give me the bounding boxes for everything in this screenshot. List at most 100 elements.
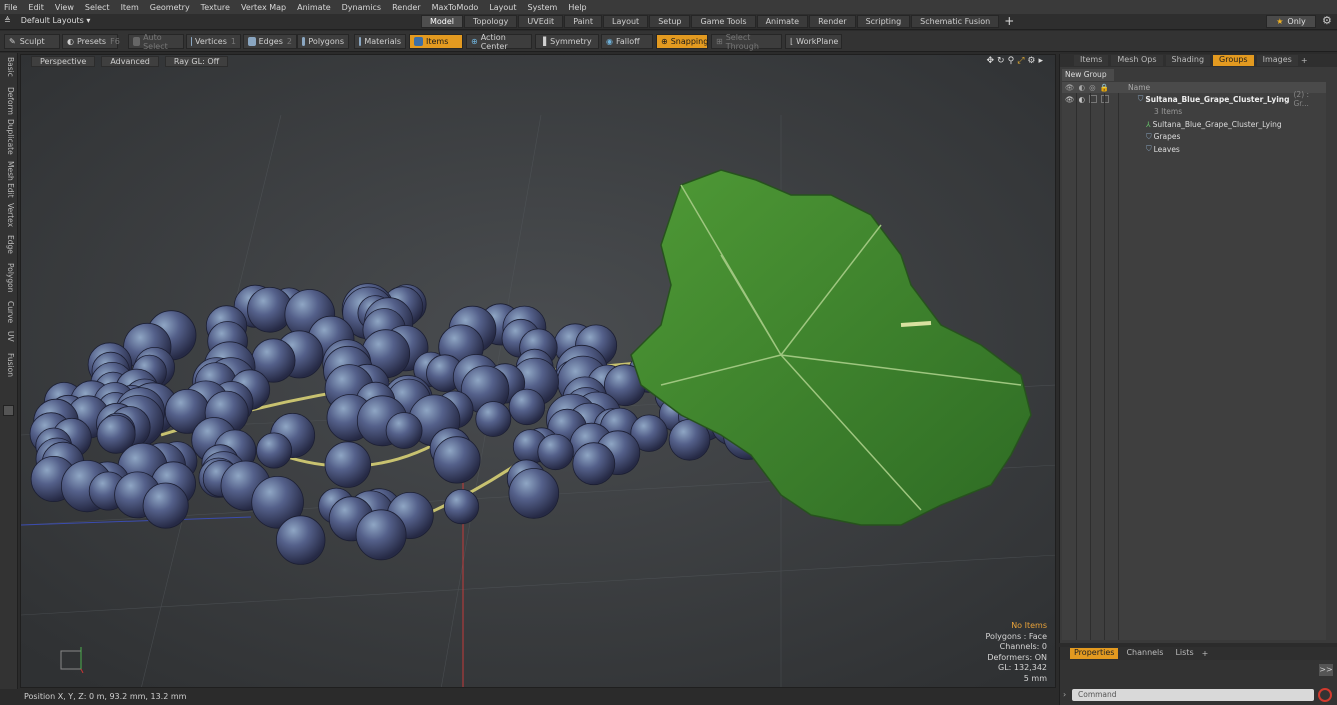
tab-toggle-button[interactable] (3, 405, 14, 416)
zoom-icon[interactable]: ⚲ (1008, 56, 1015, 66)
layout-selector[interactable]: Default Layouts ▾ (21, 16, 91, 25)
only-button[interactable]: ★ Only (1266, 15, 1316, 28)
child-item-label: Leaves (1153, 144, 1180, 154)
tab-setup[interactable]: Setup (649, 15, 691, 28)
menu-render[interactable]: Render (392, 3, 420, 12)
3d-viewport[interactable]: Perspective Advanced Ray GL: Off ✥ ↻ ⚲ ⤢… (20, 54, 1056, 688)
gear-icon[interactable]: ⚙ (1322, 14, 1332, 27)
symmetry-button[interactable]: ▐ Symmetry (535, 34, 599, 49)
menu-file[interactable]: File (4, 3, 17, 12)
command-input[interactable]: Command (1072, 689, 1314, 701)
menu-layout[interactable]: Layout (489, 3, 516, 12)
tab-render[interactable]: Render (809, 15, 856, 28)
record-icon[interactable] (1318, 688, 1332, 702)
render-col-icon[interactable]: ◐ (1079, 83, 1086, 92)
edges-button[interactable]: Edges 2 (243, 34, 297, 49)
menu-texture[interactable]: Texture (201, 3, 230, 12)
vertices-label: Vertices (194, 37, 227, 46)
pan-icon[interactable]: ✥ (987, 56, 995, 66)
command-arrow-icon: › (1063, 690, 1067, 699)
menu-view[interactable]: View (55, 3, 74, 12)
vtab-vertex[interactable]: Vertex (2, 203, 15, 227)
tab-images[interactable]: Images (1256, 55, 1298, 66)
tab-scripting[interactable]: Scripting (856, 15, 911, 28)
child-item-label: Sultana_Blue_Grape_Cluster_Lying (1152, 119, 1282, 129)
tab-groups[interactable]: Groups (1213, 55, 1254, 66)
tab-lists[interactable]: Lists (1171, 648, 1197, 659)
menu-vertex-map[interactable]: Vertex Map (241, 3, 286, 12)
add-tab-icon[interactable]: + (1004, 15, 1014, 28)
vtab-fusion[interactable]: Fusion (2, 353, 15, 377)
lock-toggle[interactable] (1101, 94, 1110, 103)
fit-icon[interactable]: ⤢ (1017, 56, 1024, 66)
polygons-button[interactable]: Polygons (297, 34, 349, 49)
select-through-button[interactable]: ⊞ Select Through (711, 32, 782, 51)
polygons-icon (302, 37, 306, 46)
vtab-uv[interactable]: UV (2, 331, 15, 342)
tab-game-tools[interactable]: Game Tools (691, 15, 756, 28)
presets-button[interactable]: ◐ Presets F6 (62, 34, 120, 49)
viewport-gear-icon[interactable]: ⚙ (1027, 56, 1035, 66)
tab-shading[interactable]: Shading (1165, 55, 1211, 66)
tab-uvedit[interactable]: UVEdit (518, 15, 564, 28)
menu-animate[interactable]: Animate (297, 3, 331, 12)
tab-mesh-ops[interactable]: Mesh Ops (1111, 55, 1163, 66)
menu-system[interactable]: System (528, 3, 558, 12)
menu-geometry[interactable]: Geometry (150, 3, 190, 12)
tab-animate[interactable]: Animate (756, 15, 809, 28)
list-item[interactable]: ⅄ Sultana_Blue_Grape_Cluster_Lying (1062, 118, 1326, 131)
visibility-eye-icon[interactable]: 👁 (1065, 95, 1075, 104)
tab-paint[interactable]: Paint (564, 15, 602, 28)
falloff-label: Falloff (615, 37, 640, 46)
vtab-basic[interactable]: Basic (2, 57, 15, 77)
items-button[interactable]: Items (409, 34, 463, 49)
select-col-icon[interactable]: ◎ (1089, 83, 1096, 92)
vtab-mesh-edit[interactable]: Mesh Edit (2, 161, 15, 198)
rotate-icon[interactable]: ↻ (997, 56, 1005, 66)
advanced-button[interactable]: Advanced (101, 56, 159, 67)
tab-topology[interactable]: Topology (464, 15, 518, 28)
snapping-button[interactable]: ⊕ Snapping (656, 34, 708, 49)
perspective-button[interactable]: Perspective (31, 56, 96, 67)
tab-items[interactable]: Items (1074, 55, 1109, 66)
vtab-duplicate[interactable]: Duplicate (2, 119, 15, 155)
layout-expand-icon[interactable]: ≜ (4, 16, 11, 25)
action-center-button[interactable]: ⊕ Action Center (466, 33, 532, 51)
tab-layout[interactable]: Layout (602, 15, 649, 28)
add-props-tab-icon[interactable]: + (1202, 649, 1209, 658)
add-panel-tab-icon[interactable]: + (1301, 56, 1308, 65)
vtab-deform[interactable]: Deform (2, 87, 15, 115)
group-row[interactable]: 👁 ◐ ⛉ Sultana_Blue_Grape_Cluster_Lying (… (1062, 90, 1326, 108)
workplane-button[interactable]: ⌊ WorkPlane (785, 34, 842, 49)
main-toolbar: ✎ Sculpt ◐ Presets F6 Auto Select Vertices 1… (0, 31, 1337, 52)
materials-button[interactable]: Materials (354, 34, 406, 49)
menu-help[interactable]: Help (568, 3, 586, 12)
vtab-edge[interactable]: Edge (2, 235, 15, 254)
auto-select-button[interactable]: Auto Select (128, 33, 184, 51)
render-toggle-icon[interactable]: ◐ (1079, 95, 1086, 104)
menu-edit[interactable]: Edit (28, 3, 44, 12)
visibility-col-icon[interactable]: 👁 (1065, 83, 1075, 92)
tab-model[interactable]: Model (421, 15, 464, 28)
vertices-button[interactable]: Vertices 1 (186, 34, 241, 49)
menu-item[interactable]: Item (121, 3, 139, 12)
viewport-arrow-icon[interactable]: ▸ (1038, 56, 1043, 66)
list-item[interactable]: ⛉ Leaves (1062, 143, 1326, 156)
falloff-button[interactable]: ◉ Falloff (601, 34, 653, 49)
tab-properties[interactable]: Properties (1070, 648, 1119, 659)
vtab-polygon[interactable]: Polygon (2, 263, 15, 292)
expand-button[interactable]: >> (1319, 664, 1333, 676)
sculpt-button[interactable]: ✎ Sculpt (4, 34, 60, 49)
presets-icon: ◐ (67, 37, 74, 46)
new-group-button[interactable]: New Group (1062, 69, 1114, 81)
raygl-button[interactable]: Ray GL: Off (164, 56, 229, 67)
menu-dynamics[interactable]: Dynamics (342, 3, 381, 12)
menu-select[interactable]: Select (85, 3, 110, 12)
select-through-label: Select Through (725, 32, 759, 51)
tab-channels[interactable]: Channels (1122, 648, 1167, 659)
lock-col-icon[interactable]: 🔒 (1100, 83, 1109, 92)
list-item[interactable]: ⛉ Grapes (1062, 131, 1326, 144)
vtab-curve[interactable]: Curve (2, 301, 15, 323)
tab-schematic-fusion[interactable]: Schematic Fusion (911, 15, 1000, 28)
menu-maxtomodo[interactable]: MaxToModo (432, 3, 479, 12)
